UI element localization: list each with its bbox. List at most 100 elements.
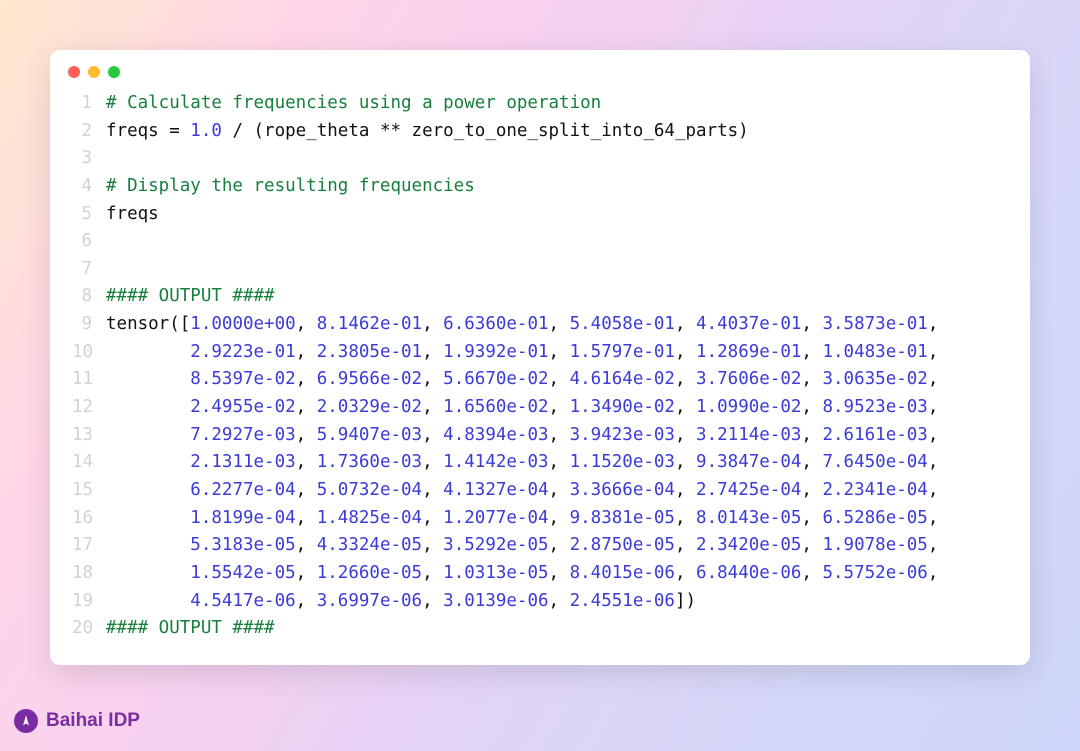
code-token: 6.2277e-04 bbox=[190, 480, 295, 500]
line-content bbox=[106, 256, 1008, 284]
line-content: 2.4955e-02, 2.0329e-02, 1.6560e-02, 1.34… bbox=[106, 394, 1008, 422]
code-token: # Calculate frequencies using a power op… bbox=[106, 93, 601, 113]
line-number: 4 bbox=[72, 173, 106, 201]
line-number: 11 bbox=[72, 366, 106, 394]
code-token: 5.6670e-02 bbox=[443, 369, 548, 389]
code-token: 8.5397e-02 bbox=[190, 369, 295, 389]
code-token: , bbox=[549, 425, 570, 445]
code-line: 7 bbox=[72, 256, 1008, 284]
code-token: 6.9566e-02 bbox=[317, 369, 422, 389]
code-token: , bbox=[928, 314, 939, 334]
line-content: 7.2927e-03, 5.9407e-03, 4.8394e-03, 3.94… bbox=[106, 422, 1008, 450]
code-token: 1.1520e-03 bbox=[570, 452, 675, 472]
code-token: 6.8440e-06 bbox=[696, 563, 801, 583]
code-token: freqs = bbox=[106, 121, 190, 141]
code-token: , bbox=[675, 563, 696, 583]
code-token: , bbox=[928, 342, 939, 362]
code-token: 8.4015e-06 bbox=[570, 563, 675, 583]
code-token: 2.6161e-03 bbox=[822, 425, 927, 445]
code-token: 3.3666e-04 bbox=[570, 480, 675, 500]
code-token: , bbox=[675, 535, 696, 555]
code-token: 3.0139e-06 bbox=[443, 591, 548, 611]
code-token: 3.7606e-02 bbox=[696, 369, 801, 389]
code-token: , bbox=[296, 535, 317, 555]
code-token: 4.5417e-06 bbox=[190, 591, 295, 611]
code-token: 1.5797e-01 bbox=[570, 342, 675, 362]
code-token: , bbox=[801, 563, 822, 583]
line-number: 19 bbox=[72, 588, 106, 616]
code-token: 4.1327e-04 bbox=[443, 480, 548, 500]
code-token: , bbox=[422, 314, 443, 334]
code-token: 6.5286e-05 bbox=[822, 508, 927, 528]
line-number: 6 bbox=[72, 228, 106, 256]
line-content: 1.8199e-04, 1.4825e-04, 1.2077e-04, 9.83… bbox=[106, 505, 1008, 533]
line-number: 20 bbox=[72, 615, 106, 643]
code-token: 2.8750e-05 bbox=[570, 535, 675, 555]
brand-text: Baihai IDP bbox=[46, 710, 140, 732]
line-number: 9 bbox=[72, 311, 106, 339]
line-number: 18 bbox=[72, 560, 106, 588]
code-token: , bbox=[422, 535, 443, 555]
code-line: 5freqs bbox=[72, 201, 1008, 229]
line-number: 13 bbox=[72, 422, 106, 450]
line-number: 5 bbox=[72, 201, 106, 229]
code-token: freqs bbox=[106, 204, 159, 224]
code-token: , bbox=[928, 369, 939, 389]
code-token: 1.2869e-01 bbox=[696, 342, 801, 362]
code-token: , bbox=[801, 425, 822, 445]
minimize-icon[interactable] bbox=[88, 66, 100, 78]
code-token: 9.3847e-04 bbox=[696, 452, 801, 472]
line-content: freqs = 1.0 / (rope_theta ** zero_to_one… bbox=[106, 118, 1008, 146]
code-token: 4.4037e-01 bbox=[696, 314, 801, 334]
code-token: , bbox=[675, 508, 696, 528]
line-number: 15 bbox=[72, 477, 106, 505]
line-content: #### OUTPUT #### bbox=[106, 283, 1008, 311]
code-token: 1.6560e-02 bbox=[443, 397, 548, 417]
code-token: , bbox=[801, 397, 822, 417]
code-token: , bbox=[549, 563, 570, 583]
code-token bbox=[106, 480, 190, 500]
close-icon[interactable] bbox=[68, 66, 80, 78]
code-token: 8.9523e-03 bbox=[822, 397, 927, 417]
code-token: , bbox=[296, 369, 317, 389]
code-token: , bbox=[928, 563, 939, 583]
code-token: , bbox=[422, 342, 443, 362]
code-line: 16 1.8199e-04, 1.4825e-04, 1.2077e-04, 9… bbox=[72, 505, 1008, 533]
code-line: 18 1.5542e-05, 1.2660e-05, 1.0313e-05, 8… bbox=[72, 560, 1008, 588]
code-window: 1# Calculate frequencies using a power o… bbox=[50, 50, 1030, 665]
code-token: 1.0483e-01 bbox=[822, 342, 927, 362]
code-token: 1.8199e-04 bbox=[190, 508, 295, 528]
code-block: 1# Calculate frequencies using a power o… bbox=[50, 86, 1030, 647]
line-number: 1 bbox=[72, 90, 106, 118]
code-token: 1.7360e-03 bbox=[317, 452, 422, 472]
code-token: 3.5292e-05 bbox=[443, 535, 548, 555]
line-content: 8.5397e-02, 6.9566e-02, 5.6670e-02, 4.61… bbox=[106, 366, 1008, 394]
code-token: 4.8394e-03 bbox=[443, 425, 548, 445]
code-token: 3.9423e-03 bbox=[570, 425, 675, 445]
code-line: 20#### OUTPUT #### bbox=[72, 615, 1008, 643]
line-number: 10 bbox=[72, 339, 106, 367]
code-token: 1.9078e-05 bbox=[822, 535, 927, 555]
code-token: 8.1462e-01 bbox=[317, 314, 422, 334]
line-content: tensor([1.0000e+00, 8.1462e-01, 6.6360e-… bbox=[106, 311, 1008, 339]
code-token: 1.2660e-05 bbox=[317, 563, 422, 583]
code-token: , bbox=[928, 480, 939, 500]
code-token: 8.0143e-05 bbox=[696, 508, 801, 528]
code-token bbox=[106, 452, 190, 472]
code-token: 1.0313e-05 bbox=[443, 563, 548, 583]
maximize-icon[interactable] bbox=[108, 66, 120, 78]
code-token: 4.3324e-05 bbox=[317, 535, 422, 555]
code-token: 2.1311e-03 bbox=[190, 452, 295, 472]
code-token: , bbox=[549, 314, 570, 334]
code-token: , bbox=[801, 452, 822, 472]
line-content: freqs bbox=[106, 201, 1008, 229]
code-token: , bbox=[296, 563, 317, 583]
line-number: 12 bbox=[72, 394, 106, 422]
code-token: 7.2927e-03 bbox=[190, 425, 295, 445]
code-token: 7.6450e-04 bbox=[822, 452, 927, 472]
code-token: , bbox=[675, 480, 696, 500]
code-line: 11 8.5397e-02, 6.9566e-02, 5.6670e-02, 4… bbox=[72, 366, 1008, 394]
code-token: 5.5752e-06 bbox=[822, 563, 927, 583]
line-content: #### OUTPUT #### bbox=[106, 615, 1008, 643]
code-token: , bbox=[675, 397, 696, 417]
